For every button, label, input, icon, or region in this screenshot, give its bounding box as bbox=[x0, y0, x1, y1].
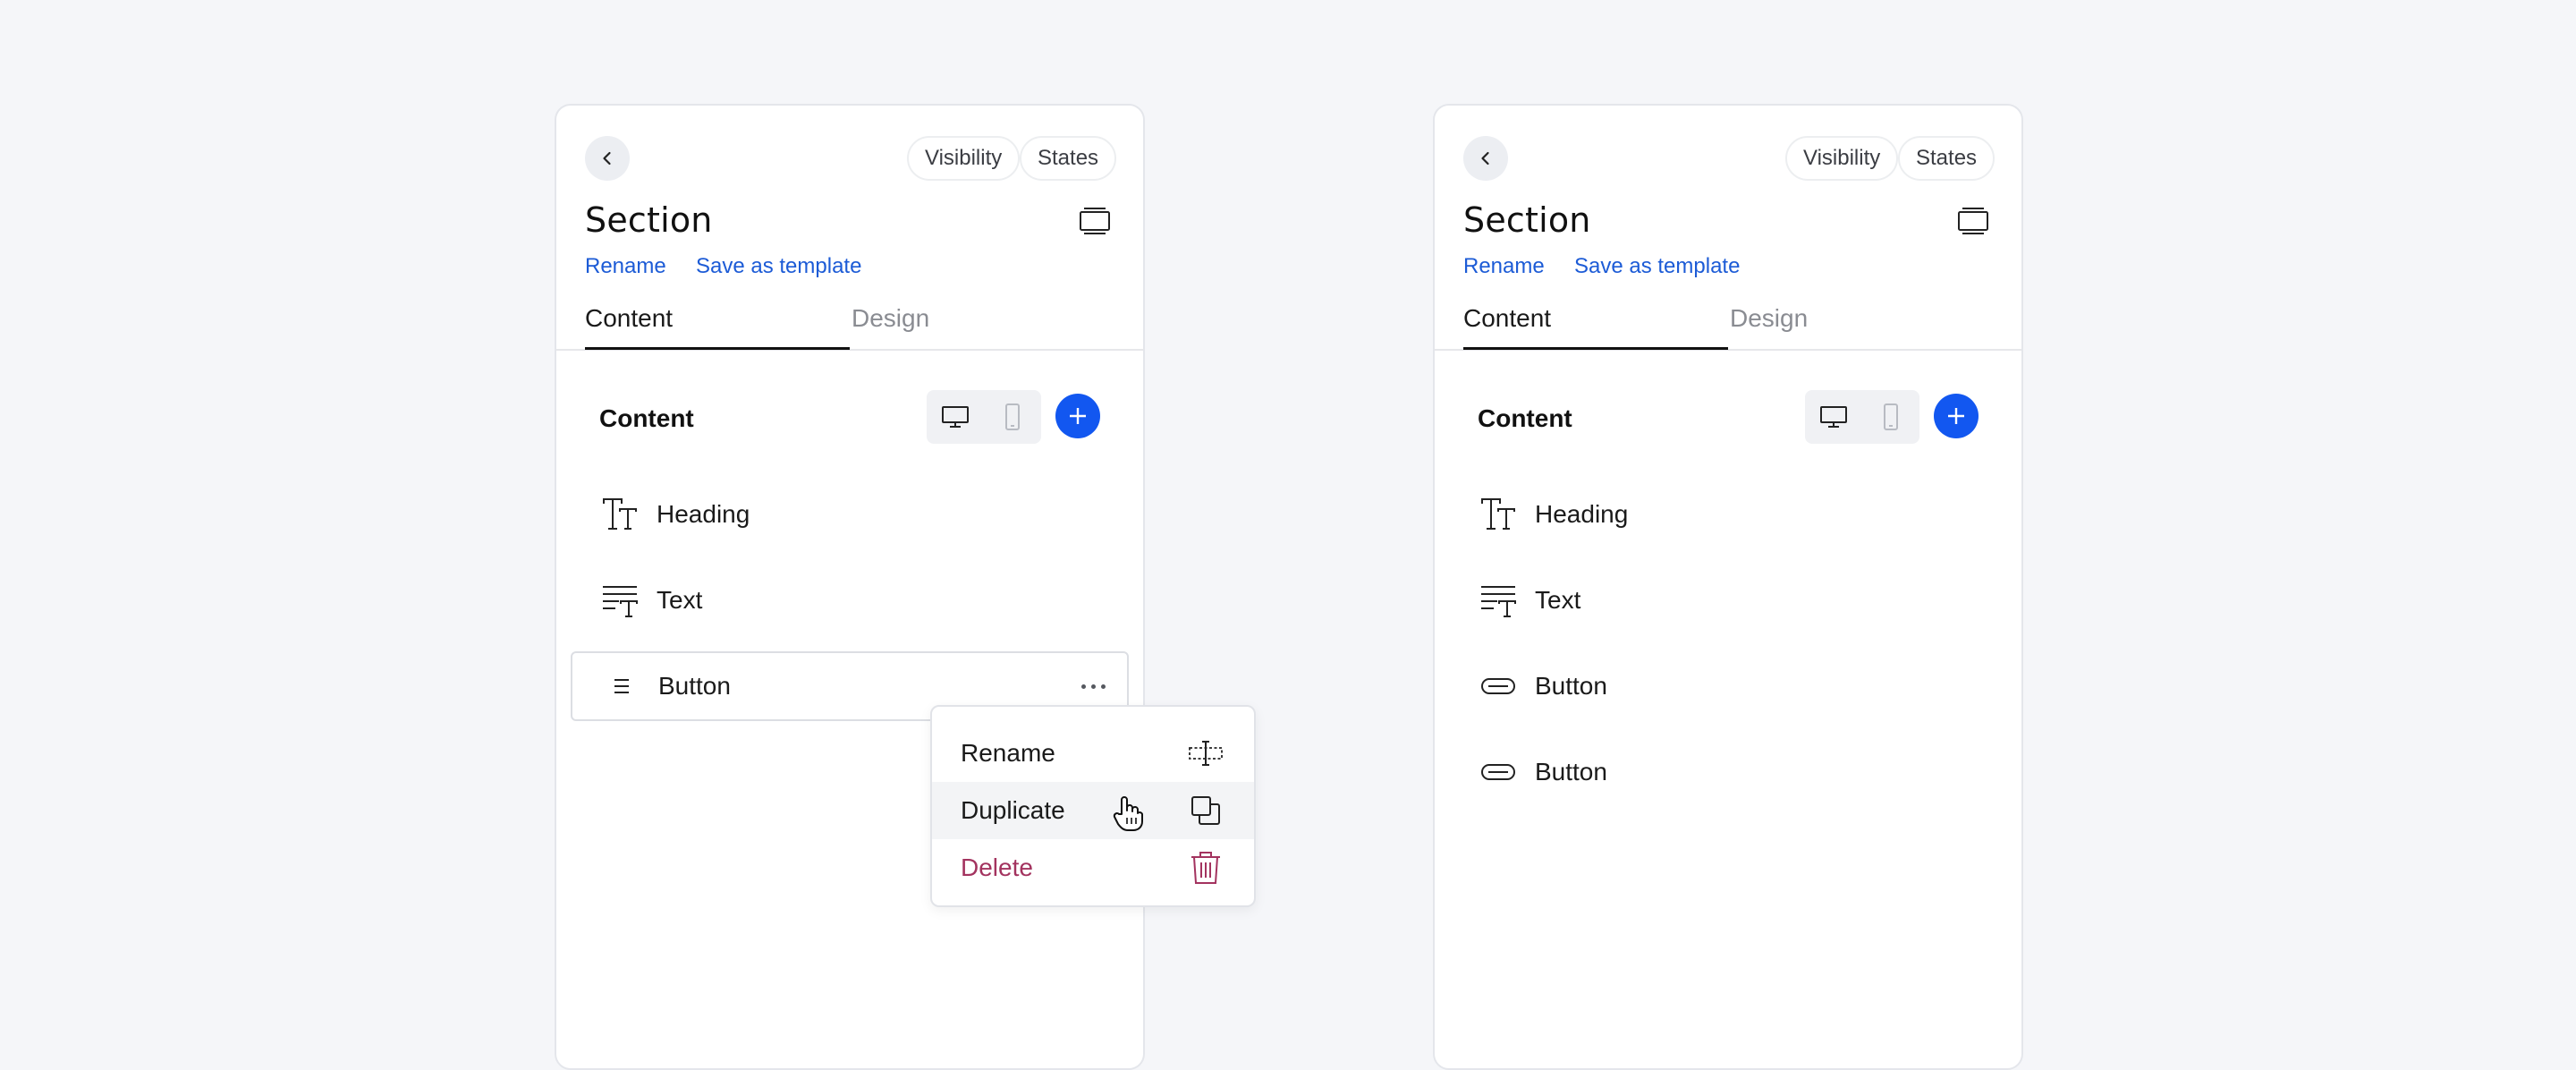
list-item-label: Heading bbox=[657, 500, 750, 528]
mobile-icon bbox=[1884, 403, 1898, 430]
menu-item-rename[interactable]: Rename bbox=[932, 725, 1254, 782]
menu-item-label: Rename bbox=[961, 739, 1055, 767]
dot bbox=[1100, 684, 1106, 689]
desktop-icon bbox=[942, 406, 969, 428]
panel-title: Section bbox=[585, 200, 713, 240]
dot bbox=[1090, 684, 1096, 689]
list-item-button[interactable]: Button bbox=[1449, 737, 2007, 807]
back-button[interactable] bbox=[1463, 136, 1508, 181]
heading-icon bbox=[601, 496, 639, 533]
text-icon bbox=[601, 582, 639, 619]
desktop-view-button[interactable] bbox=[1805, 390, 1862, 444]
drag-handle-icon[interactable] bbox=[603, 667, 640, 705]
rename-link[interactable]: Rename bbox=[585, 254, 666, 279]
menu-item-label: Delete bbox=[961, 853, 1033, 881]
mobile-view-button[interactable] bbox=[984, 390, 1041, 444]
back-button[interactable] bbox=[585, 136, 630, 181]
list-item-label: Text bbox=[1535, 586, 1581, 614]
list-item-text[interactable]: Text bbox=[1449, 565, 2007, 635]
add-element-button[interactable] bbox=[1055, 394, 1100, 438]
tab-design[interactable]: Design bbox=[1730, 304, 1808, 333]
chevron-left-icon bbox=[603, 151, 611, 166]
active-tab-indicator bbox=[585, 347, 850, 350]
more-options-button[interactable] bbox=[1075, 677, 1111, 695]
section-panel-after: Visibility States Section Rename Save as… bbox=[1433, 104, 2023, 1070]
button-icon bbox=[1479, 667, 1517, 705]
desktop-view-button[interactable] bbox=[927, 390, 984, 444]
desktop-icon bbox=[1820, 406, 1847, 428]
section-panel-before: Visibility States Section Rename Save as… bbox=[555, 104, 1145, 1070]
list-item-heading[interactable]: Heading bbox=[1449, 480, 2007, 549]
add-element-button[interactable] bbox=[1934, 394, 1979, 438]
context-menu: Rename Duplicate Delete bbox=[930, 705, 1256, 907]
tab-design[interactable]: Design bbox=[852, 304, 929, 333]
device-toggle bbox=[1805, 390, 1919, 444]
rename-link[interactable]: Rename bbox=[1463, 254, 1545, 279]
menu-item-delete[interactable]: Delete bbox=[932, 839, 1254, 896]
list-item-button[interactable]: Button bbox=[1449, 651, 2007, 721]
list-item-heading[interactable]: Heading bbox=[571, 480, 1129, 549]
text-icon bbox=[1479, 582, 1517, 619]
panel-title: Section bbox=[1463, 200, 1591, 240]
chevron-left-icon bbox=[1481, 151, 1489, 166]
list-item-label: Button bbox=[1535, 758, 1607, 786]
save-as-template-link[interactable]: Save as template bbox=[1574, 254, 1740, 279]
save-as-template-link[interactable]: Save as template bbox=[696, 254, 861, 279]
states-button[interactable]: States bbox=[1898, 136, 1996, 181]
hand-cursor-icon bbox=[1113, 796, 1143, 831]
plus-icon bbox=[1070, 408, 1086, 424]
visibility-button[interactable]: Visibility bbox=[907, 136, 1021, 181]
section-icon bbox=[1958, 208, 1988, 234]
content-section-label: Content bbox=[1478, 404, 1572, 432]
dot bbox=[1080, 684, 1086, 689]
visibility-button[interactable]: Visibility bbox=[1785, 136, 1899, 181]
list-item-label: Button bbox=[1535, 672, 1607, 700]
trash-icon bbox=[1186, 848, 1225, 887]
menu-item-duplicate[interactable]: Duplicate bbox=[932, 782, 1254, 839]
duplicate-icon bbox=[1186, 791, 1225, 830]
mobile-icon bbox=[1005, 403, 1020, 430]
mobile-view-button[interactable] bbox=[1862, 390, 1919, 444]
list-item-label: Heading bbox=[1535, 500, 1629, 528]
list-item-text[interactable]: Text bbox=[571, 565, 1129, 635]
heading-icon bbox=[1479, 496, 1517, 533]
list-item-label: Text bbox=[657, 586, 703, 614]
device-toggle bbox=[927, 390, 1041, 444]
section-icon bbox=[1080, 208, 1110, 234]
active-tab-indicator bbox=[1463, 347, 1728, 350]
rename-icon bbox=[1186, 734, 1225, 773]
plus-icon bbox=[1948, 408, 1964, 424]
content-section-label: Content bbox=[599, 404, 694, 432]
button-icon bbox=[1479, 753, 1517, 791]
list-item-label: Button bbox=[658, 672, 731, 700]
menu-item-label: Duplicate bbox=[961, 796, 1065, 824]
states-button[interactable]: States bbox=[1020, 136, 1117, 181]
tab-content[interactable]: Content bbox=[1463, 304, 1551, 333]
tab-content[interactable]: Content bbox=[585, 304, 673, 333]
